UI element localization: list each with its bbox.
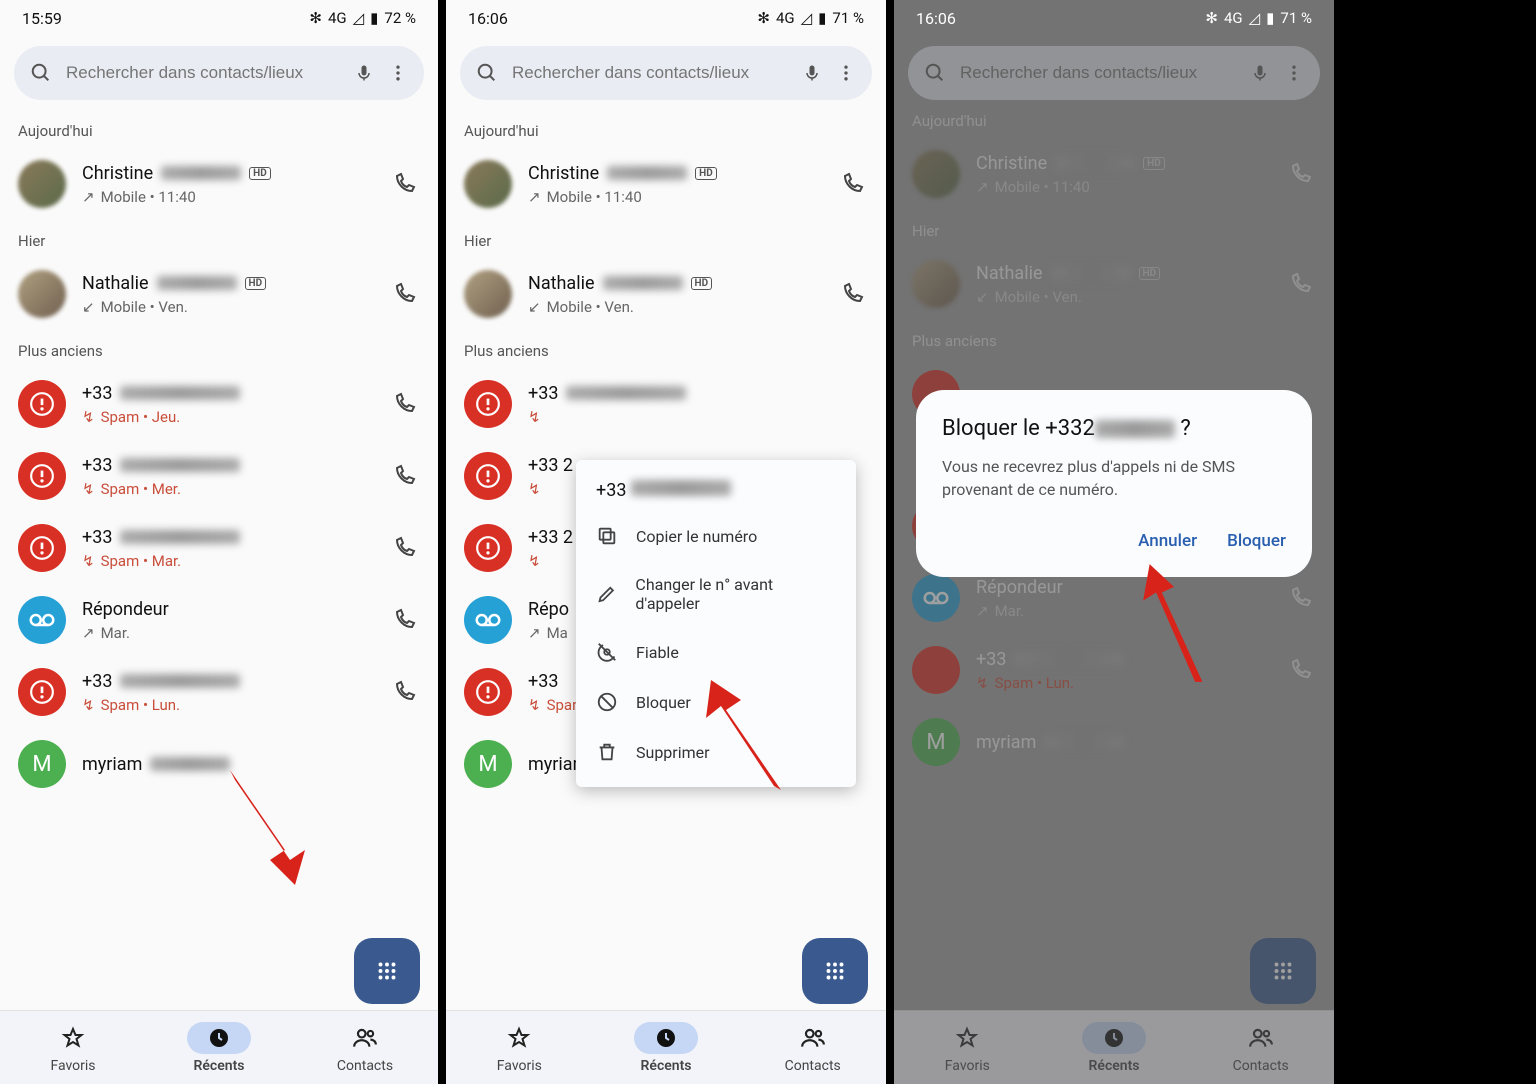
screen-2: 16:06 ✻4G◿▮71 % Aujourd'hui Christine HD… <box>446 0 886 1084</box>
dialpad-fab[interactable] <box>354 938 420 1004</box>
block-dialog: Bloquer le +332 ? Vous ne recevrez plus … <box>916 390 1312 577</box>
mic-icon[interactable] <box>354 63 374 83</box>
outgoing-icon: ↗ <box>82 188 95 206</box>
call-button[interactable] <box>392 608 420 632</box>
incoming-icon: ↙ <box>82 298 95 316</box>
call-row-spam[interactable]: +33 ↯Spam • Mar. <box>0 512 438 584</box>
status-icons: ✻4G◿▮71 % <box>757 9 864 27</box>
context-menu: +33 Copier le numéro Changer le n° avant… <box>576 460 856 787</box>
dialog-confirm-button[interactable]: Bloquer <box>1227 531 1286 551</box>
call-row-myriam[interactable]: M myriam <box>0 728 438 800</box>
call-row-voicemail[interactable]: Répondeur ↗Mar. <box>0 584 438 656</box>
menu-copy[interactable]: Copier le numéro <box>576 511 856 561</box>
call-row-spam[interactable]: +33 ↯Spam • Lun. <box>0 656 438 728</box>
call-button[interactable] <box>392 172 420 196</box>
missed-icon: ↯ <box>82 552 95 570</box>
call-row-christine[interactable]: Christine HD ↗Mobile • 11:40 <box>0 148 438 220</box>
status-bar: 15:59 ✻4G◿▮72 % <box>0 0 438 36</box>
section-older: Plus anciens <box>0 330 438 368</box>
bottom-nav: Favoris Récents Contacts <box>0 1010 438 1084</box>
call-button[interactable] <box>392 392 420 416</box>
call-row-spam[interactable]: +33 ↯Spam • Mer. <box>0 440 438 512</box>
call-button[interactable] <box>840 172 868 196</box>
call-row-nathalie[interactable]: Nathalie HD ↙Mobile • Ven. <box>0 258 438 330</box>
status-icons: ✻4G◿▮72 % <box>309 9 416 27</box>
search-input[interactable] <box>66 63 340 83</box>
spam-icon <box>18 452 66 500</box>
nav-contacts[interactable]: Contacts <box>739 1011 886 1084</box>
section-yesterday: Hier <box>0 220 438 258</box>
avatar-letter: M <box>18 740 66 788</box>
menu-edit[interactable]: Changer le n° avant d'appeler <box>576 561 856 627</box>
popup-title: +33 <box>576 470 856 511</box>
section-today: Aujourd'hui <box>0 110 438 148</box>
spam-icon <box>18 524 66 572</box>
nav-contacts[interactable]: Contacts <box>292 1011 438 1084</box>
status-time: 16:06 <box>468 9 508 28</box>
missed-icon: ↯ <box>82 408 95 426</box>
screen-1: 15:59 ✻4G◿▮72 % Aujourd'hui Christine HD… <box>0 0 438 1084</box>
status-time: 16:06 <box>916 9 956 28</box>
call-button[interactable] <box>392 282 420 306</box>
mic-icon[interactable] <box>802 63 822 83</box>
outgoing-icon: ↗ <box>82 624 95 642</box>
nav-favorites[interactable]: Favoris <box>446 1011 593 1084</box>
hd-badge: HD <box>245 277 267 290</box>
dialog-title: Bloquer le +332 ? <box>942 416 1286 441</box>
voicemail-icon <box>18 596 66 644</box>
call-row-spam[interactable]: +33 ↯Spam • Jeu. <box>0 368 438 440</box>
status-bar: 16:06 ✻4G◿▮71 % <box>894 0 1334 36</box>
missed-icon: ↯ <box>82 480 95 498</box>
call-button[interactable] <box>392 680 420 704</box>
nav-favorites[interactable]: Favoris <box>0 1011 146 1084</box>
menu-delete[interactable]: Supprimer <box>576 727 856 777</box>
status-icons: ✻4G◿▮71 % <box>1205 9 1312 27</box>
more-icon[interactable] <box>836 63 856 83</box>
search-icon <box>476 62 498 84</box>
nav-recents[interactable]: Récents <box>593 1011 740 1084</box>
call-button[interactable] <box>840 282 868 306</box>
search-bar[interactable] <box>460 46 872 100</box>
search-input[interactable] <box>512 63 788 83</box>
dialog-body: Vous ne recevrez plus d'appels ni de SMS… <box>942 455 1286 501</box>
call-row-nathalie[interactable]: Nathalie HD ↙Mobile • Ven. <box>446 258 886 330</box>
missed-icon: ↯ <box>82 696 95 714</box>
spam-icon <box>18 668 66 716</box>
menu-block[interactable]: Bloquer <box>576 677 856 727</box>
call-button[interactable] <box>392 464 420 488</box>
call-row-christine[interactable]: Christine HD ↗Mobile • 11:40 <box>446 148 886 220</box>
call-row-spam[interactable]: +33 ↯ <box>446 368 886 440</box>
spam-icon <box>18 380 66 428</box>
dialog-cancel-button[interactable]: Annuler <box>1138 531 1197 551</box>
more-icon[interactable] <box>388 63 408 83</box>
status-time: 15:59 <box>22 9 62 28</box>
screen-3: 16:06 ✻4G◿▮71 % Aujourd'hui Christine HD… <box>894 0 1334 1084</box>
dialpad-fab[interactable] <box>802 938 868 1004</box>
search-bar[interactable] <box>14 46 424 100</box>
search-icon <box>30 62 52 84</box>
hd-badge: HD <box>249 167 271 180</box>
menu-trust[interactable]: Fiable <box>576 627 856 677</box>
nav-recents[interactable]: Récents <box>146 1011 292 1084</box>
bottom-nav: Favoris Récents Contacts <box>446 1010 886 1084</box>
status-bar: 16:06 ✻4G◿▮71 % <box>446 0 886 36</box>
call-button[interactable] <box>392 536 420 560</box>
avatar <box>18 160 66 208</box>
avatar <box>18 270 66 318</box>
